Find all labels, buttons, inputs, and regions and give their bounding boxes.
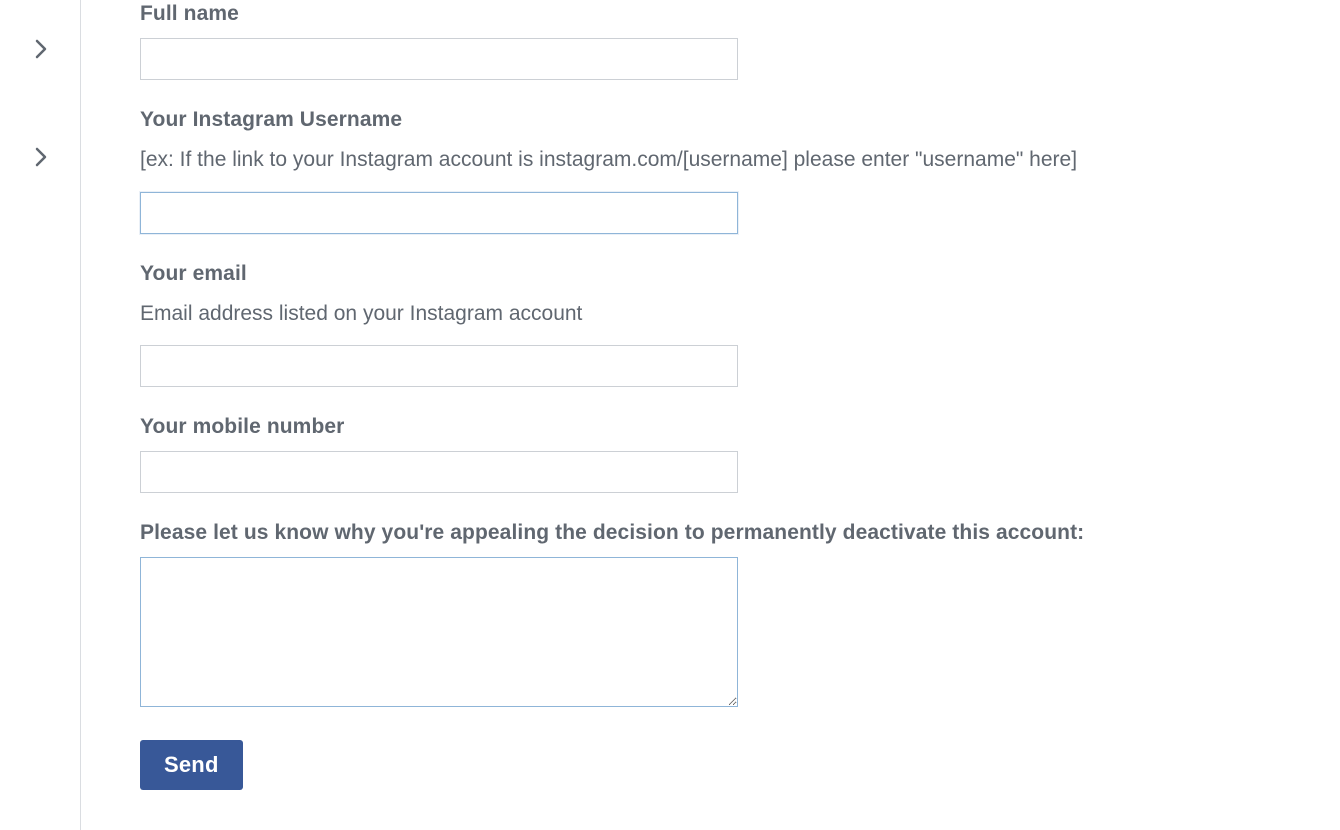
username-field-group: Your Instagram Username [ex: If the link…	[140, 108, 1320, 234]
reason-field-group: Please let us know why you're appealing …	[140, 521, 1320, 712]
chevron-right-icon[interactable]	[34, 146, 48, 175]
username-label: Your Instagram Username	[140, 108, 1320, 132]
username-input[interactable]	[140, 192, 738, 234]
send-button[interactable]: Send	[140, 740, 243, 790]
full-name-field-group: Full name	[140, 2, 1320, 80]
vertical-divider	[80, 0, 81, 830]
username-hint: [ex: If the link to your Instagram accou…	[140, 144, 1320, 176]
full-name-input[interactable]	[140, 38, 738, 80]
chevron-right-icon[interactable]	[34, 38, 48, 67]
email-hint: Email address listed on your Instagram a…	[140, 298, 1320, 330]
appeal-form: Full name Your Instagram Username [ex: I…	[140, 2, 1320, 790]
email-input[interactable]	[140, 345, 738, 387]
email-field-group: Your email Email address listed on your …	[140, 262, 1320, 388]
full-name-label: Full name	[140, 2, 1320, 26]
reason-label: Please let us know why you're appealing …	[140, 521, 1320, 545]
sidebar	[0, 0, 80, 830]
mobile-label: Your mobile number	[140, 415, 1320, 439]
email-label: Your email	[140, 262, 1320, 286]
reason-textarea[interactable]	[140, 557, 738, 707]
mobile-input[interactable]	[140, 451, 738, 493]
mobile-field-group: Your mobile number	[140, 415, 1320, 493]
